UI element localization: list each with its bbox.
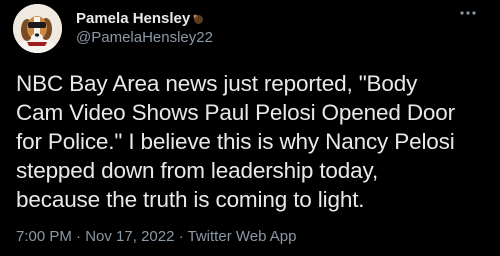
name-row: Pamela Hensley [76, 8, 213, 28]
tweet: Pamela Hensley @PamelaHensley22 NBC Bay … [0, 0, 500, 256]
dog-avatar-icon [13, 4, 62, 53]
tweet-text: NBC Bay Area news just reported, "Body C… [16, 69, 486, 214]
meta-separator: · [174, 228, 188, 245]
tweet-meta: 7:00 PM · Nov 17, 2022 · Twitter Web App [16, 228, 296, 245]
author-block: Pamela Hensley @PamelaHensley22 [76, 8, 213, 47]
display-name[interactable]: Pamela Hensley [76, 10, 190, 27]
more-horizontal-icon [460, 11, 476, 15]
more-options-button[interactable] [454, 3, 482, 23]
tweet-source[interactable]: Twitter Web App [188, 228, 297, 245]
avatar[interactable] [13, 4, 62, 53]
tweet-text-line: stepped down from leadership today, [16, 158, 379, 183]
tweet-text-line: Cam Video Shows Paul Pelosi Opened Door [16, 100, 455, 125]
tweet-text-line: because the truth is coming to light. [16, 187, 365, 212]
author-handle[interactable]: @PamelaHensley22 [76, 29, 213, 46]
tweet-text-line: for Police." I believe this is why Nancy… [16, 129, 455, 154]
turkey-emoji-icon [192, 12, 204, 24]
meta-separator: · [71, 228, 86, 245]
tweet-text-line: NBC Bay Area news just reported, "Body [16, 71, 418, 96]
tweet-time[interactable]: 7:00 PM [16, 228, 72, 245]
tweet-date[interactable]: Nov 17, 2022 [85, 228, 174, 245]
